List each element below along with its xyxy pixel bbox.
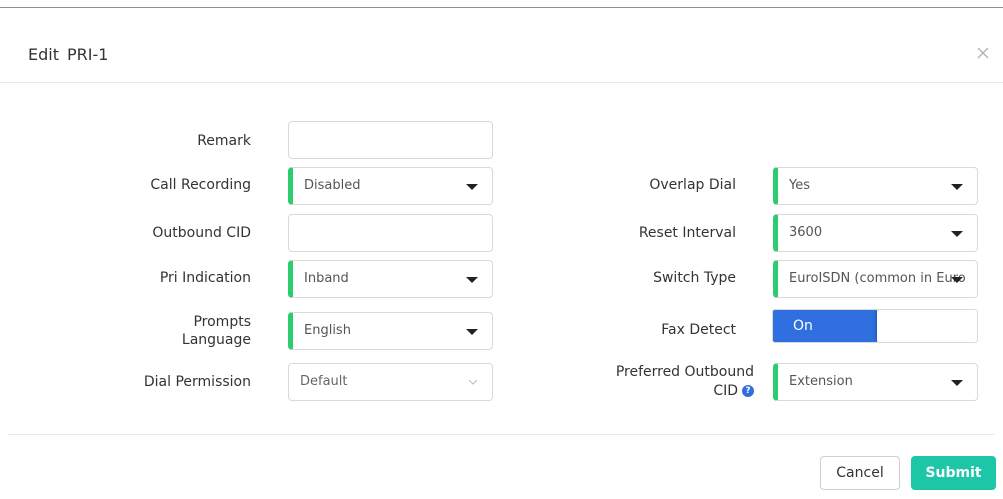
caret-down-icon xyxy=(951,231,963,237)
caret-down-icon xyxy=(951,184,963,190)
dialog-header: Edit PRI-1 xyxy=(0,8,1003,83)
prompts-language-select[interactable]: English xyxy=(288,312,493,350)
switch-type-label: Switch Type xyxy=(653,270,736,286)
background-window-edge xyxy=(0,0,1003,8)
overlap-dial-label: Overlap Dial xyxy=(649,177,736,193)
call-recording-label: Call Recording xyxy=(150,177,251,193)
caret-down-icon xyxy=(951,380,963,386)
preferred-outbound-cid-value: Extension xyxy=(789,374,853,389)
caret-down-icon xyxy=(466,277,478,283)
dial-permission-value: Default xyxy=(300,374,348,389)
reset-interval-label: Reset Interval xyxy=(638,225,736,241)
overlap-dial-select[interactable]: Yes xyxy=(773,167,978,205)
pri-indication-select[interactable]: Inband xyxy=(288,260,493,298)
caret-down-icon xyxy=(466,184,478,190)
dialog-title-prefix: Edit xyxy=(28,45,59,64)
fax-detect-label: Fax Detect xyxy=(661,322,736,338)
dialog-title: Edit PRI-1 xyxy=(28,45,108,64)
caret-down-icon xyxy=(951,277,963,283)
pri-indication-label: Pri Indication xyxy=(159,270,251,286)
preferred-outbound-cid-label-line1: Preferred Outbound xyxy=(615,364,754,380)
fax-detect-on-label: On xyxy=(773,310,877,342)
preferred-outbound-cid-label-text: CID xyxy=(713,383,738,399)
outbound-cid-input[interactable] xyxy=(288,214,493,252)
cancel-button[interactable]: Cancel xyxy=(820,456,900,490)
prompts-language-value: English xyxy=(304,323,351,338)
close-icon[interactable] xyxy=(975,45,991,61)
preferred-outbound-cid-select[interactable]: Extension xyxy=(773,363,978,401)
dial-permission-select[interactable]: Default xyxy=(288,363,493,401)
fax-detect-toggle[interactable]: On xyxy=(772,309,978,343)
overlap-dial-value: Yes xyxy=(789,178,810,193)
outbound-cid-label: Outbound CID xyxy=(152,225,251,241)
reset-interval-value: 3600 xyxy=(789,225,823,240)
preferred-outbound-cid-label-line2: CID? xyxy=(560,382,754,401)
help-icon[interactable]: ? xyxy=(742,385,754,397)
dialog-title-name: PRI-1 xyxy=(66,45,109,64)
remark-input[interactable] xyxy=(288,121,493,159)
switch-type-value: EuroISDN (common in Euro xyxy=(789,271,966,286)
remark-label: Remark xyxy=(197,133,251,149)
chevron-down-icon xyxy=(468,379,478,385)
reset-interval-select[interactable]: 3600 xyxy=(773,214,978,252)
call-recording-value: Disabled xyxy=(304,178,361,193)
prompts-language-label: Prompts Language xyxy=(100,313,251,349)
prompts-language-label-line1: Prompts xyxy=(193,314,251,330)
submit-button[interactable]: Submit xyxy=(911,456,996,490)
dial-permission-label: Dial Permission xyxy=(143,374,251,390)
pri-indication-value: Inband xyxy=(304,271,349,286)
toggle-knob[interactable] xyxy=(877,310,977,342)
caret-down-icon xyxy=(466,329,478,335)
footer-divider xyxy=(8,434,995,435)
switch-type-select[interactable]: EuroISDN (common in Euro xyxy=(773,260,978,298)
prompts-language-label-line2: Language xyxy=(181,332,251,348)
call-recording-select[interactable]: Disabled xyxy=(288,167,493,205)
preferred-outbound-cid-label: Preferred Outbound CID? xyxy=(560,363,754,401)
